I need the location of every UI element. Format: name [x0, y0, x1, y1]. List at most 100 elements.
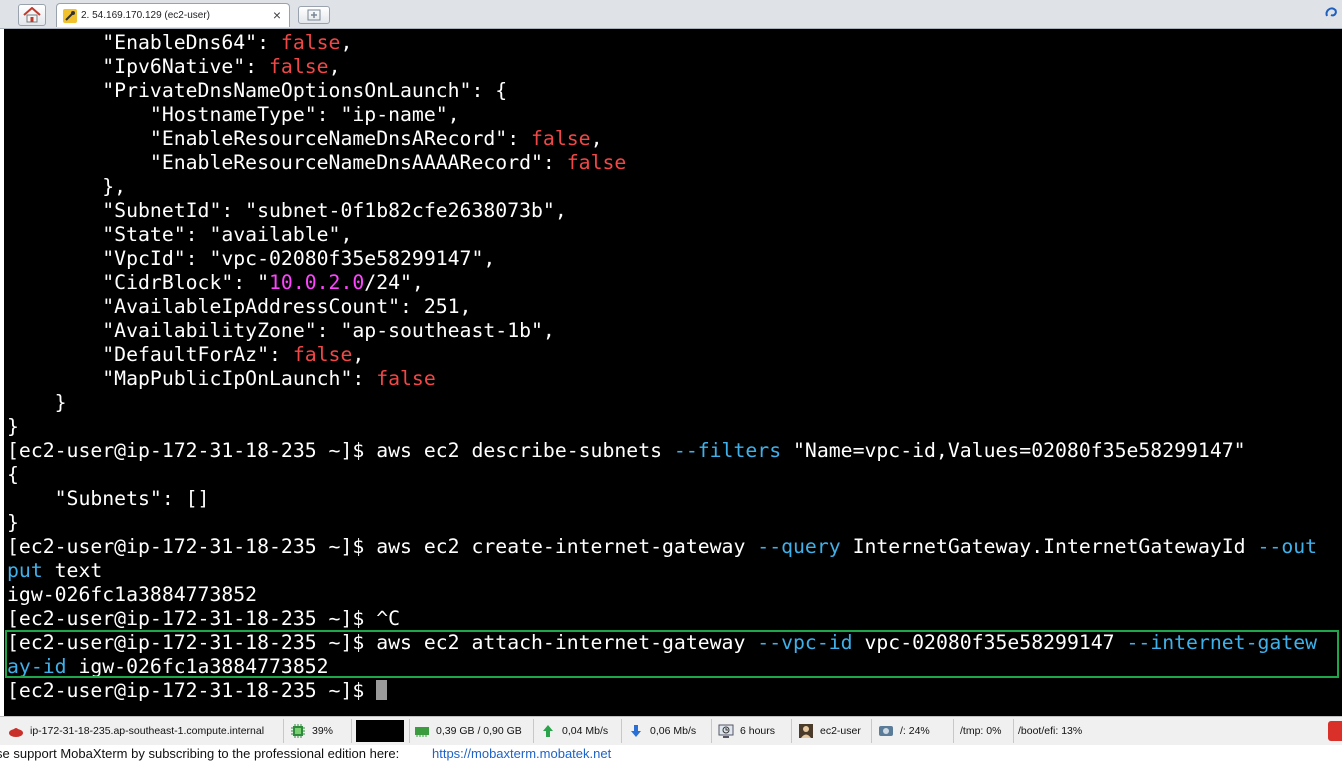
monitor-clock-icon — [718, 724, 734, 738]
terminal-text: InternetGateway.InternetGatewayId — [840, 535, 1258, 558]
terminal-text: --query — [757, 535, 841, 558]
new-tab-button[interactable] — [298, 6, 330, 24]
terminal-text: text — [42, 559, 103, 582]
plus-icon — [307, 9, 321, 21]
session-tab[interactable]: 2. 54.169.170.129 (ec2-user) × — [56, 3, 290, 27]
cpu-graph — [356, 720, 404, 742]
terminal-line: "VpcId": "vpc-02080f35e58299147", — [7, 247, 1317, 271]
terminal-text: { — [7, 463, 19, 486]
status-memory[interactable]: 0,39 GB / 0,90 GB — [410, 719, 534, 743]
terminal-line: "PrivateDnsNameOptionsOnLaunch": { — [7, 79, 1317, 103]
terminal-text: , — [328, 55, 341, 78]
upload-arrow-icon — [543, 725, 553, 737]
terminal-text: false — [280, 31, 341, 54]
terminal-text: [ec2-user@ip-172-31-18-235 ~]$ aws ec2 c… — [7, 535, 758, 558]
terminal-line: "Subnets": [] — [7, 487, 1317, 511]
terminal-text: , — [352, 343, 365, 366]
status-cpu-label: 39% — [312, 725, 334, 737]
terminal-text: "EnableDns64": — [7, 31, 281, 54]
terminal-line: "SubnetId": "subnet-0f1b82cfe2638073b", — [7, 199, 1317, 223]
memory-icon — [415, 727, 429, 737]
terminal-text: "Ipv6Native": — [7, 55, 270, 78]
terminal-text: "EnableResourceNameDnsARecord": — [7, 127, 532, 150]
terminal-line: "DefaultForAz": false, — [7, 343, 1317, 367]
terminal-text: 10.0.2.0 — [269, 271, 365, 294]
terminal-text: "PrivateDnsNameOptionsOnLaunch": { — [7, 79, 508, 102]
terminal-text: "State": "available", — [7, 223, 353, 246]
terminal-text: }, — [7, 175, 127, 198]
terminal-line: "Ipv6Native": false, — [7, 55, 1317, 79]
redhat-icon — [9, 728, 23, 737]
terminal-text: vpc-02080f35e58299147 — [852, 631, 1127, 654]
status-disk-efi-label: /boot/efi: 13% — [1018, 725, 1083, 737]
download-arrow-icon — [631, 725, 641, 737]
tab-title: 2. 54.169.170.129 (ec2-user) — [81, 10, 210, 21]
terminal-text: false — [566, 151, 627, 174]
terminal-text: /24", — [364, 271, 424, 294]
terminal-line: [ec2-user@ip-172-31-18-235 ~]$ aws ec2 d… — [7, 439, 1317, 463]
status-download-label: 0,06 Mb/s — [650, 725, 697, 737]
terminal-text: igw-026fc1a3884773852 — [7, 583, 258, 606]
terminal-text: --filters — [673, 439, 782, 462]
terminal-text: "MapPublicIpOnLaunch": — [7, 367, 377, 390]
terminal-text: --internet-gatew — [1126, 631, 1318, 654]
terminal-output: "EnableDns64": false, "Ipv6Native": fals… — [7, 31, 1317, 703]
ssh-session-icon — [63, 9, 77, 23]
terminal-line: "CidrBlock": "10.0.2.0/24", — [7, 271, 1317, 295]
tab-close-button[interactable]: × — [273, 7, 281, 23]
terminal-line: [ec2-user@ip-172-31-18-235 ~]$ — [7, 679, 1317, 703]
terminal-line: "AvailableIpAddressCount": 251, — [7, 295, 1317, 319]
terminal-text: "VpcId": "vpc-02080f35e58299147", — [7, 247, 496, 270]
status-download[interactable]: 0,06 Mb/s — [624, 719, 712, 743]
terminal-text: put — [7, 559, 43, 582]
status-cpu[interactable]: 39% — [286, 719, 352, 743]
terminal-text: } — [7, 391, 67, 414]
terminal-text: , — [340, 31, 353, 54]
terminal-text: "Name=vpc-id,Values=02080f35e58299147" — [781, 439, 1246, 462]
terminal-line: "AvailabilityZone": "ap-southeast-1b", — [7, 319, 1317, 343]
status-uptime-label: 6 hours — [740, 725, 776, 737]
terminal-line: [ec2-user@ip-172-31-18-235 ~]$ aws ec2 c… — [7, 535, 1317, 559]
terminal-line: igw-026fc1a3884773852 — [7, 583, 1317, 607]
status-disk-root[interactable]: /: 24% — [874, 719, 954, 743]
status-bar: ip-172-31-18-235.ap-southeast-1.compute.… — [0, 716, 1342, 745]
status-user[interactable]: ec2-user — [794, 719, 872, 743]
status-upload[interactable]: 0,04 Mb/s — [536, 719, 622, 743]
terminal-line: { — [7, 463, 1317, 487]
terminal-cursor — [376, 680, 388, 700]
terminal-text: false — [376, 367, 436, 390]
terminal-text: "SubnetId": "subnet-0f1b82cfe2638073b", — [7, 199, 567, 222]
disk-icon — [879, 726, 893, 736]
terminal-line: }, — [7, 175, 1317, 199]
terminal-line: } — [7, 511, 1317, 535]
terminal-text: "Subnets": [] — [7, 487, 210, 510]
terminal-line: ay-id igw-026fc1a3884773852 — [7, 655, 1317, 679]
terminal-text: false — [531, 127, 591, 150]
terminal-text: igw-026fc1a3884773852 — [66, 655, 329, 678]
terminal-text: } — [7, 511, 19, 534]
terminal-text: --vpc-id — [757, 631, 853, 654]
close-icon[interactable] — [1328, 721, 1342, 741]
terminal-text: [ec2-user@ip-172-31-18-235 ~]$ ^C — [7, 607, 401, 630]
terminal-line: "State": "available", — [7, 223, 1317, 247]
status-disk-efi[interactable]: /boot/efi: 13% — [1014, 719, 1100, 743]
terminal-text: ay-id — [7, 655, 67, 678]
status-host-label: ip-172-31-18-235.ap-southeast-1.compute.… — [30, 725, 265, 737]
status-user-label: ec2-user — [820, 725, 861, 737]
status-cpu-graph — [354, 719, 410, 743]
terminal-line: put text — [7, 559, 1317, 583]
home-button[interactable] — [18, 4, 46, 26]
terminal-text: "DefaultForAz": — [7, 343, 293, 366]
status-host[interactable]: ip-172-31-18-235.ap-southeast-1.compute.… — [4, 719, 284, 743]
terminal-text: --out — [1257, 535, 1318, 558]
promo-link[interactable]: https://mobaxterm.mobatek.net — [432, 746, 611, 761]
status-upload-label: 0,04 Mb/s — [562, 725, 609, 737]
status-uptime[interactable]: 6 hours — [714, 719, 792, 743]
status-memory-label: 0,39 GB / 0,90 GB — [436, 725, 522, 737]
swirl-icon[interactable] — [1324, 5, 1340, 21]
terminal-text: , — [590, 127, 603, 150]
terminal-line: "HostnameType": "ip-name", — [7, 103, 1317, 127]
status-disk-tmp[interactable]: /tmp: 0% — [956, 719, 1014, 743]
terminal[interactable]: "EnableDns64": false, "Ipv6Native": fals… — [4, 29, 1342, 716]
terminal-line: } — [7, 415, 1317, 439]
